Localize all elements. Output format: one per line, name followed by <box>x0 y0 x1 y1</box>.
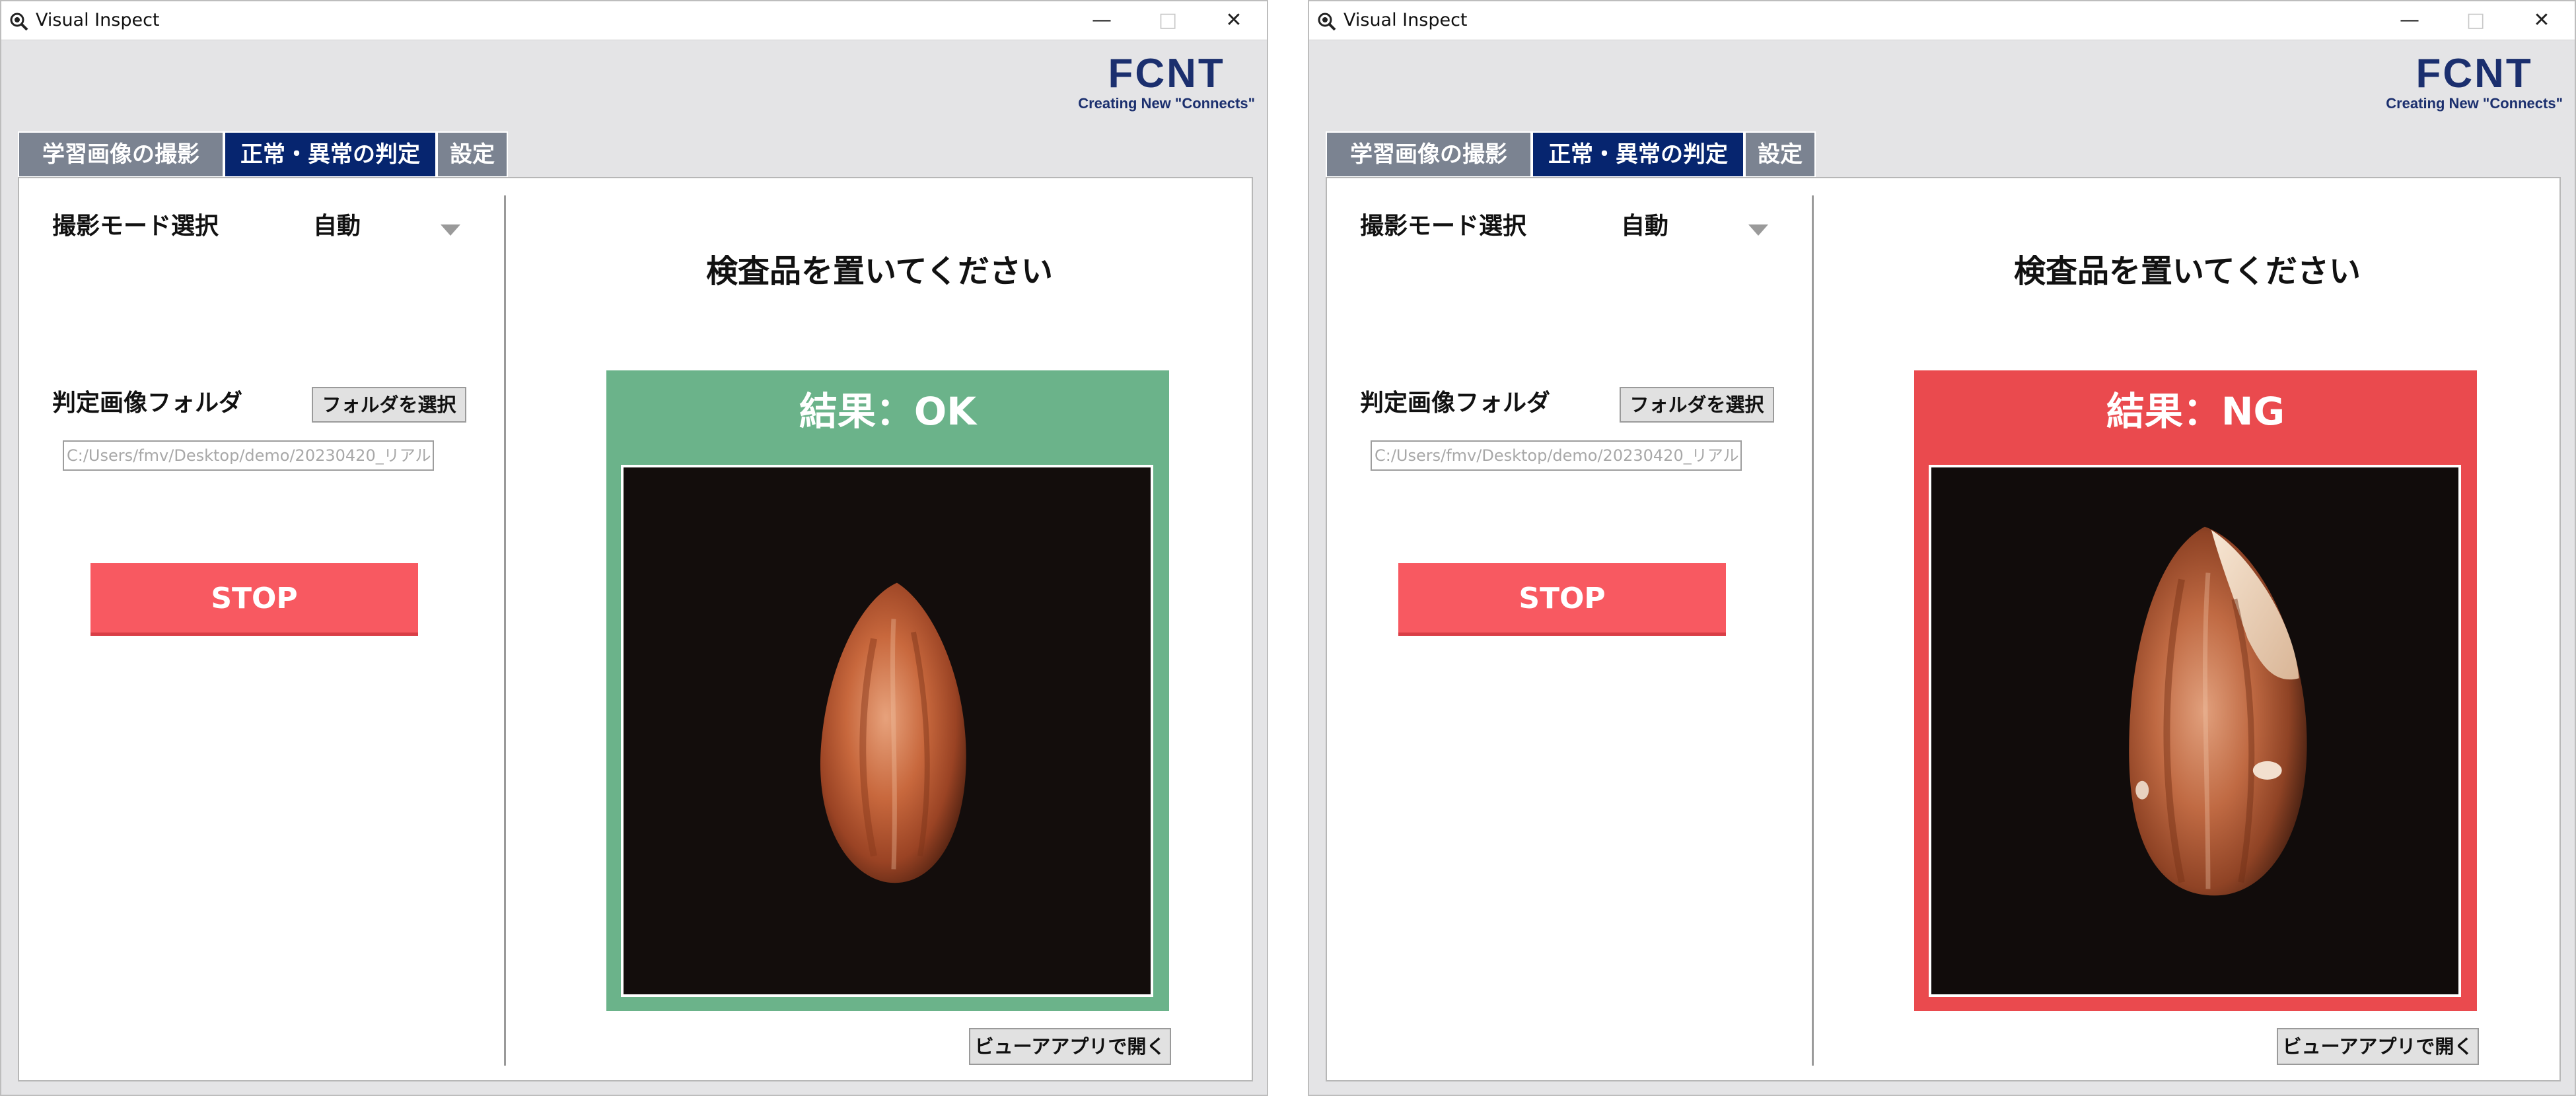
chevron-down-icon[interactable] <box>441 224 460 236</box>
instruction-text: 検査品を置いてください <box>2013 253 2361 290</box>
maximize-button[interactable]: □ <box>1135 1 1201 40</box>
vertical-divider <box>1812 195 1814 1066</box>
maximize-button[interactable]: □ <box>2443 1 2509 40</box>
instruction-text: 検査品を置いてください <box>705 253 1054 290</box>
tab-settings[interactable]: 設定 <box>437 131 508 178</box>
minimize-button[interactable]: — <box>2377 1 2443 40</box>
result-text: 結果：OK <box>799 389 977 434</box>
main-panel: 撮影モード選択 自動 判定画像フォルダ フォルダを選択 C:/Users/fmv… <box>18 177 1253 1081</box>
capture-mode-label: 撮影モード選択 <box>52 213 219 240</box>
window-title: Visual Inspect <box>36 10 160 30</box>
tab-capture-training-images[interactable]: 学習画像の撮影 <box>18 131 224 178</box>
almond-ok-image <box>624 467 1151 994</box>
logo-main-text: FCNT <box>1108 51 1225 96</box>
tab-normal-abnormal-judgement[interactable]: 正常・異常の判定 <box>224 131 437 178</box>
stop-button[interactable]: STOP <box>90 563 418 636</box>
minimize-button[interactable]: — <box>1069 1 1135 40</box>
fcnt-logo: FCNT Creating New "Connects" <box>1078 53 1255 112</box>
result-text: 結果：NG <box>2106 389 2285 434</box>
judgement-folder-label: 判定画像フォルダ <box>1360 390 1551 417</box>
magnifier-icon <box>10 13 28 31</box>
title-bar[interactable]: Visual Inspect — □ ✕ <box>1309 1 2575 40</box>
open-in-viewer-button[interactable]: ビューアアプリで開く <box>969 1028 1171 1065</box>
tab-normal-abnormal-judgement[interactable]: 正常・異常の判定 <box>1532 131 1744 178</box>
select-folder-button[interactable]: フォルダを選択 <box>1620 387 1774 423</box>
logo-main-text: FCNT <box>2415 51 2533 96</box>
window-ng: Visual Inspect — □ ✕ FCNT Creating New "… <box>1308 0 2576 1096</box>
folder-path-field[interactable]: C:/Users/fmv/Desktop/demo/20230420_リアルタ <box>1371 440 1742 471</box>
folder-path-field[interactable]: C:/Users/fmv/Desktop/demo/20230420_リアルタ <box>63 440 434 471</box>
capture-mode-select[interactable]: 自動 <box>313 211 361 242</box>
tab-settings[interactable]: 設定 <box>1744 131 1816 178</box>
judgement-folder-label: 判定画像フォルダ <box>52 390 243 417</box>
almond-ng-image <box>1931 467 2458 994</box>
open-in-viewer-button[interactable]: ビューアアプリで開く <box>2277 1028 2479 1065</box>
result-panel-ng: 結果：NG <box>1914 370 2477 1011</box>
window-ok: Visual Inspect — □ ✕ FCNT Creating New "… <box>0 0 1268 1096</box>
logo-tagline: Creating New "Connects" <box>1078 95 1255 112</box>
tab-capture-training-images[interactable]: 学習画像の撮影 <box>1326 131 1532 178</box>
magnifier-icon <box>1318 13 1336 31</box>
select-folder-button[interactable]: フォルダを選択 <box>312 387 466 423</box>
window-title: Visual Inspect <box>1343 10 1468 30</box>
result-panel-ok: 結果：OK <box>606 370 1169 1011</box>
close-button[interactable]: ✕ <box>2509 1 2575 40</box>
main-panel: 撮影モード選択 自動 判定画像フォルダ フォルダを選択 C:/Users/fmv… <box>1326 177 2561 1081</box>
chevron-down-icon[interactable] <box>1748 224 1768 236</box>
close-button[interactable]: ✕ <box>1201 1 1267 40</box>
fcnt-logo: FCNT Creating New "Connects" <box>2386 53 2563 112</box>
stop-button[interactable]: STOP <box>1398 563 1726 636</box>
capture-mode-select[interactable]: 自動 <box>1621 211 1668 242</box>
vertical-divider <box>504 195 506 1066</box>
capture-mode-label: 撮影モード選択 <box>1360 213 1527 240</box>
inspection-image <box>1929 465 2461 997</box>
inspection-image <box>621 465 1153 997</box>
title-bar[interactable]: Visual Inspect — □ ✕ <box>1 1 1267 40</box>
logo-tagline: Creating New "Connects" <box>2386 95 2563 112</box>
